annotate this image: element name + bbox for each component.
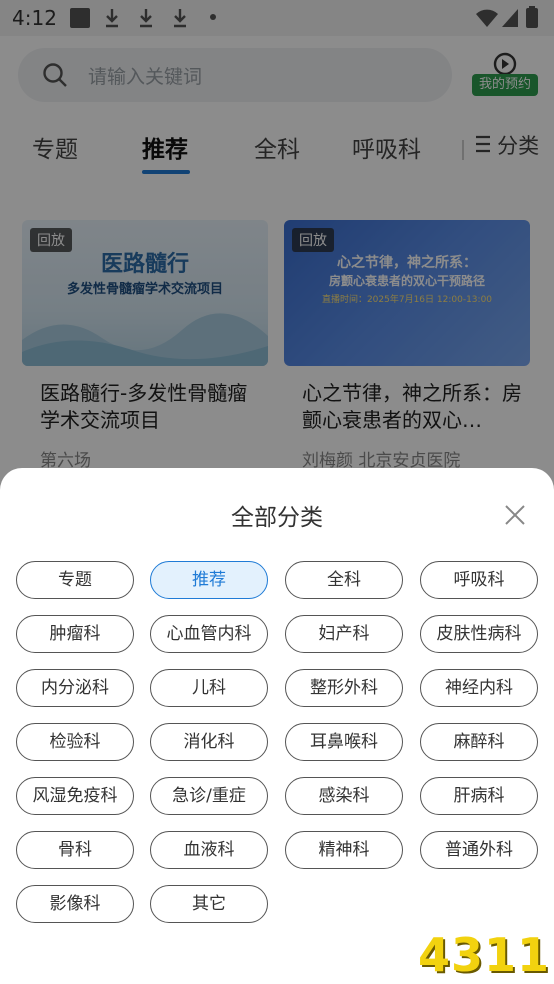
category-pill[interactable]: 血液科: [150, 831, 268, 869]
category-pill[interactable]: 呼吸科: [420, 561, 538, 599]
category-pill[interactable]: 其它: [150, 885, 268, 923]
category-pill[interactable]: 肿瘤科: [16, 615, 134, 653]
category-pill[interactable]: 耳鼻喉科: [285, 723, 403, 761]
category-pill[interactable]: 消化科: [150, 723, 268, 761]
category-pill[interactable]: 麻醉科: [420, 723, 538, 761]
category-pill[interactable]: 影像科: [16, 885, 134, 923]
category-pill[interactable]: 妇产科: [285, 615, 403, 653]
watermark-logo: 4311: [418, 928, 551, 982]
all-categories-sheet: 全部分类 专题 推荐 全科 呼吸科 肿瘤科 心血管内科 妇产科 皮肤性病科 内分…: [0, 468, 554, 984]
category-pill[interactable]: 感染科: [285, 777, 403, 815]
category-pill-selected[interactable]: 推荐: [150, 561, 268, 599]
category-pill[interactable]: 整形外科: [285, 669, 403, 707]
category-pill[interactable]: 神经内科: [420, 669, 538, 707]
close-icon[interactable]: [500, 500, 530, 530]
category-pill[interactable]: 普通外科: [420, 831, 538, 869]
category-pill[interactable]: 检验科: [16, 723, 134, 761]
category-pill[interactable]: 专题: [16, 561, 134, 599]
category-pill[interactable]: 肝病科: [420, 777, 538, 815]
category-pill[interactable]: 风湿免疫科: [16, 777, 134, 815]
category-pill[interactable]: 全科: [285, 561, 403, 599]
category-pill[interactable]: 骨科: [16, 831, 134, 869]
category-pill[interactable]: 心血管内科: [150, 615, 268, 653]
category-pill[interactable]: 皮肤性病科: [420, 615, 538, 653]
category-pill[interactable]: 内分泌科: [16, 669, 134, 707]
category-pill[interactable]: 急诊/重症: [150, 777, 268, 815]
category-pill[interactable]: 精神科: [285, 831, 403, 869]
sheet-title: 全部分类: [231, 505, 323, 531]
category-pill[interactable]: 儿科: [150, 669, 268, 707]
